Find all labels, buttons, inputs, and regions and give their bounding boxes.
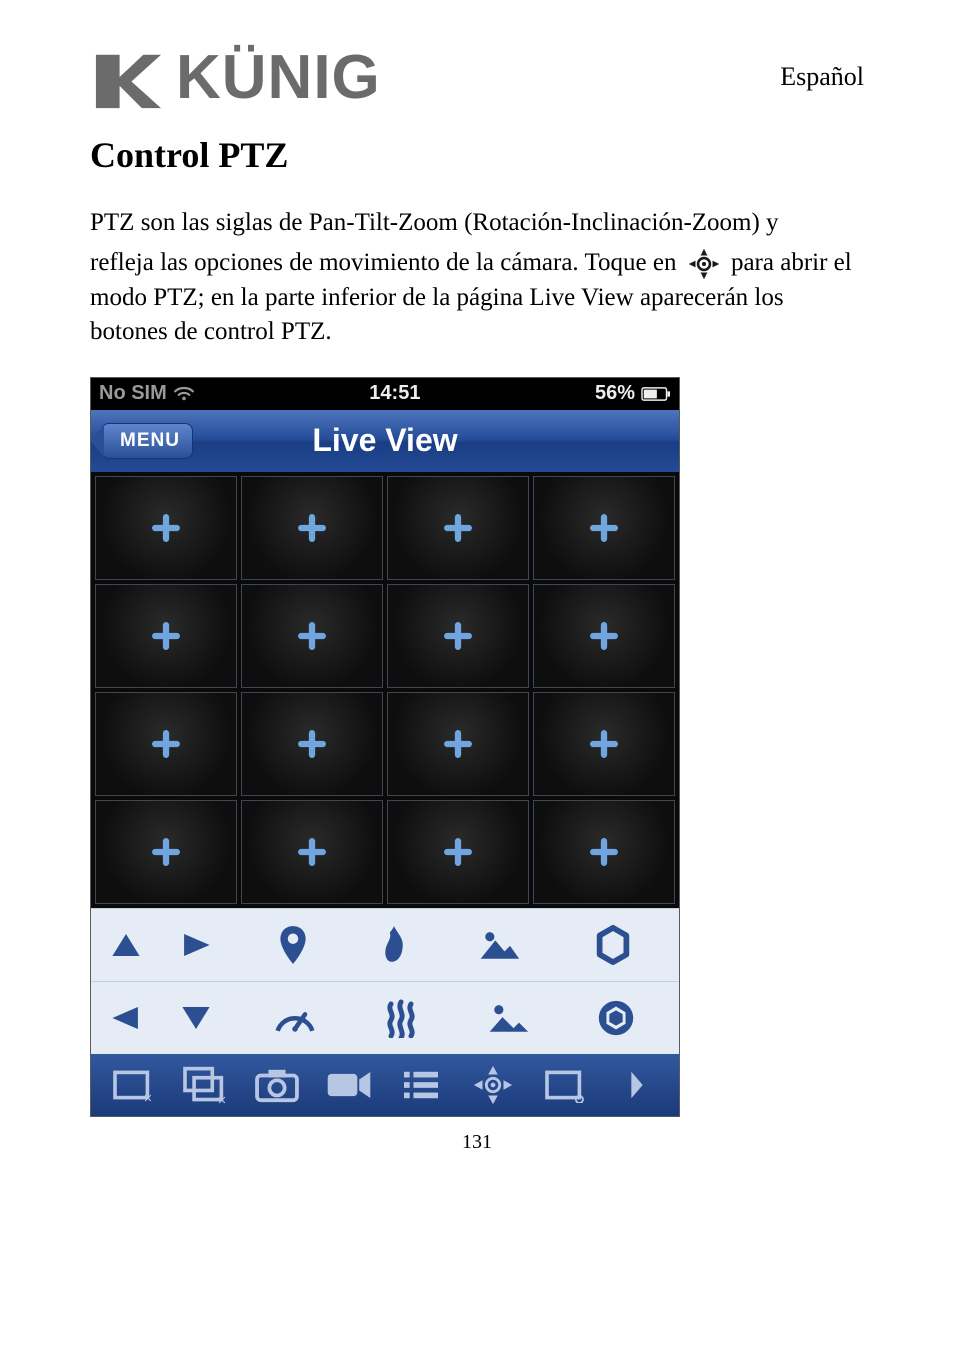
ptz-control-panel [91, 908, 679, 1054]
video-cell[interactable] [241, 692, 383, 796]
speed-dial-icon [274, 1001, 316, 1035]
ptz-preset-button[interactable] [276, 924, 310, 966]
record-button[interactable] [321, 1068, 377, 1102]
video-cell[interactable] [241, 584, 383, 688]
chevron-right-icon [628, 1068, 646, 1102]
wifi-icon [173, 386, 195, 402]
flame-icon [381, 924, 407, 966]
add-channel-icon [440, 618, 476, 654]
video-cell[interactable] [241, 800, 383, 904]
add-channel-icon [294, 510, 330, 546]
video-cell[interactable] [95, 584, 237, 688]
record-video-icon [324, 1068, 374, 1102]
add-channel-icon [148, 510, 184, 546]
battery-percent: 56% [595, 382, 635, 405]
list-button[interactable] [393, 1068, 449, 1102]
section-title: Control PTZ [90, 134, 864, 176]
arrow-up-icon [109, 930, 143, 960]
ptz-icon [472, 1064, 514, 1106]
camera-snapshot-icon [253, 1066, 301, 1104]
arrow-left-icon [109, 1003, 143, 1033]
heat-waves-icon [381, 998, 421, 1038]
phone-screenshot: No SIM 14:51 56% MENU Live View [90, 377, 680, 1117]
single-view-close-button[interactable]: × [105, 1067, 161, 1103]
arrow-down-icon [179, 1003, 213, 1033]
add-channel-icon [148, 726, 184, 762]
ptz-mode-button[interactable] [465, 1064, 521, 1106]
video-cell[interactable] [387, 476, 529, 580]
video-cell[interactable] [533, 692, 675, 796]
add-channel-icon [440, 510, 476, 546]
ptz-arrow-right-play[interactable] [161, 930, 231, 960]
video-cell[interactable] [241, 476, 383, 580]
add-channel-icon [148, 834, 184, 870]
language-label: Español [780, 62, 864, 92]
carrier-label: No SIM [99, 382, 167, 405]
menu-button[interactable]: MENU [101, 423, 193, 459]
ptz-focus-far-button[interactable] [381, 998, 421, 1038]
add-channel-icon [440, 834, 476, 870]
paragraph-pre: refleja las opciones de movimiento de la… [90, 249, 683, 276]
multi-view-close-icon: × [181, 1065, 229, 1105]
add-channel-icon [586, 510, 622, 546]
ptz-arrow-up[interactable] [91, 930, 161, 960]
ptz-icon [687, 247, 721, 281]
brand-name: KÜNIG [176, 42, 381, 113]
single-view-open-icon [543, 1067, 587, 1103]
paragraph-line-2: refleja las opciones de movimiento de la… [90, 246, 864, 349]
logo-mark-icon [90, 40, 164, 114]
ptz-speed-button[interactable] [274, 1001, 316, 1035]
ptz-arrow-left[interactable] [91, 1003, 161, 1033]
single-view-close-icon: × [111, 1067, 155, 1103]
image-dark-icon [486, 1000, 530, 1036]
video-cell[interactable] [533, 584, 675, 688]
more-button[interactable] [609, 1068, 665, 1102]
arrow-right-play-icon [179, 930, 213, 960]
status-time: 14:51 [195, 382, 595, 405]
add-channel-icon [148, 618, 184, 654]
brand-logo: KÜNIG [90, 40, 381, 114]
page-number: 131 [90, 1131, 864, 1154]
document-header: KÜNIG Español [90, 40, 864, 114]
svg-text:×: × [144, 1091, 152, 1103]
video-cell[interactable] [95, 692, 237, 796]
multi-view-close-button[interactable]: × [177, 1065, 233, 1105]
ptz-iris-close-button[interactable] [486, 1000, 530, 1036]
add-channel-icon [294, 726, 330, 762]
ptz-aperture-open-button[interactable] [592, 924, 634, 966]
ptz-focus-near-button[interactable] [381, 924, 407, 966]
video-grid [91, 472, 679, 908]
snapshot-button[interactable] [249, 1066, 305, 1104]
svg-text:×: × [218, 1093, 227, 1105]
aperture-close-icon [595, 997, 637, 1039]
video-cell[interactable] [387, 584, 529, 688]
paragraph-line-1: PTZ son las siglas de Pan-Tilt-Zoom (Rot… [90, 206, 864, 240]
video-cell[interactable] [387, 800, 529, 904]
add-channel-icon [586, 618, 622, 654]
image-sun-icon [477, 927, 521, 963]
battery-icon [641, 387, 671, 401]
video-cell[interactable] [387, 692, 529, 796]
video-cell[interactable] [533, 800, 675, 904]
add-channel-icon [440, 726, 476, 762]
ptz-iris-open-button[interactable] [477, 927, 521, 963]
ptz-arrow-down[interactable] [161, 1003, 231, 1033]
list-icon [400, 1068, 442, 1102]
nav-bar: MENU Live View [91, 410, 679, 472]
bottom-toolbar: × × [91, 1054, 679, 1116]
add-channel-icon [586, 726, 622, 762]
add-channel-icon [294, 618, 330, 654]
ptz-control-row [91, 908, 679, 981]
single-view-open-button[interactable] [537, 1067, 593, 1103]
pin-icon [276, 924, 310, 966]
status-bar: No SIM 14:51 56% [91, 378, 679, 410]
video-cell[interactable] [95, 800, 237, 904]
add-channel-icon [586, 834, 622, 870]
add-channel-icon [294, 834, 330, 870]
ptz-aperture-close-button[interactable] [595, 997, 637, 1039]
video-cell[interactable] [533, 476, 675, 580]
video-cell[interactable] [95, 476, 237, 580]
ptz-control-row [91, 981, 679, 1054]
aperture-open-icon [592, 924, 634, 966]
